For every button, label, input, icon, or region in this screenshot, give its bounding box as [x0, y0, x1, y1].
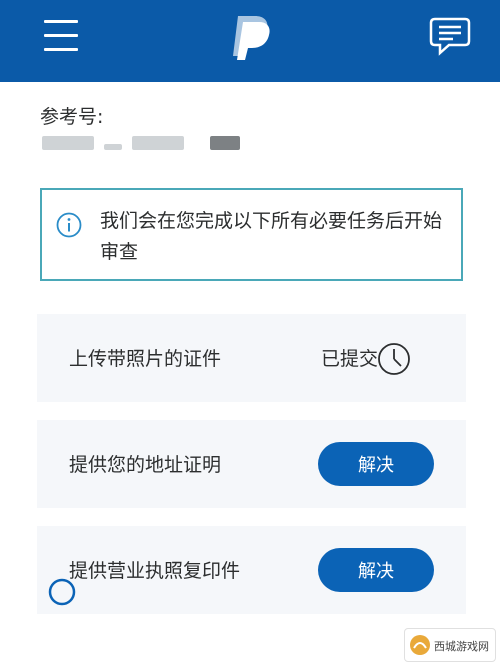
partial-circle-icon	[48, 578, 76, 606]
task-item: 提供营业执照复印件 解决	[37, 526, 466, 614]
reference-value-redacted	[42, 136, 94, 150]
reference-label: 参考号:	[40, 106, 104, 128]
clock-icon	[378, 343, 410, 375]
task-label: 提供您的地址证明	[69, 454, 222, 476]
hamburger-menu-icon[interactable]	[38, 16, 86, 56]
paypal-logo	[233, 16, 270, 60]
chat-message-icon[interactable]	[428, 16, 472, 58]
reference-value-redacted	[132, 136, 184, 150]
review-notice: 我们会在您完成以下所有必要任务后开始审查	[40, 188, 463, 281]
top-app-bar	[0, 0, 500, 82]
task-item: 提供您的地址证明 解决	[37, 420, 466, 508]
watermark-logo-icon	[410, 635, 430, 655]
resolve-button[interactable]: 解决	[318, 548, 434, 592]
reference-value-redacted	[210, 136, 240, 150]
task-label: 提供营业执照复印件	[69, 560, 241, 582]
notice-text: 我们会在您完成以下所有必要任务后开始审查	[100, 210, 443, 263]
resolve-button[interactable]: 解决	[318, 442, 434, 486]
watermark-text: 西城游戏网	[434, 640, 489, 653]
task-label: 上传带照片的证件	[69, 348, 222, 370]
info-circle-icon	[56, 212, 82, 238]
reference-value-redacted	[104, 144, 122, 150]
task-status: 已提交	[321, 348, 379, 370]
task-item: 上传带照片的证件 已提交	[37, 314, 466, 402]
watermark: 西城游戏网	[404, 628, 496, 662]
